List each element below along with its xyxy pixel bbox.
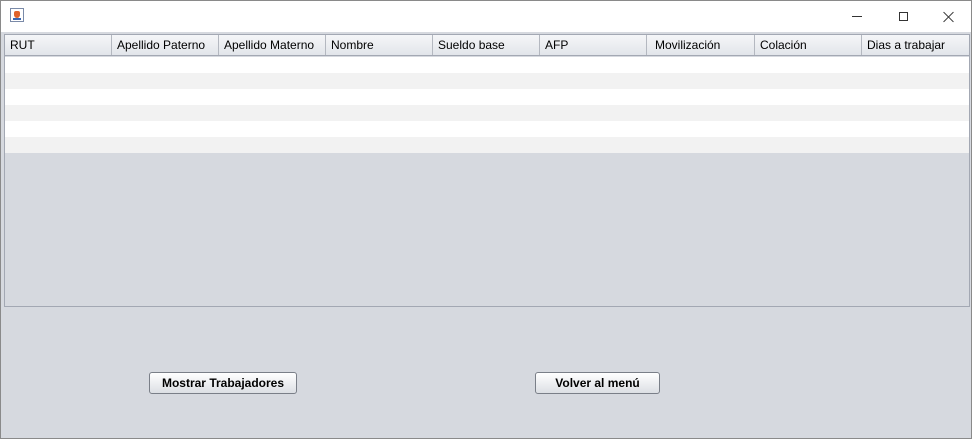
table-row[interactable] — [5, 105, 969, 121]
table-row[interactable] — [5, 137, 969, 153]
column-header-rut[interactable]: RUT — [5, 35, 112, 55]
minimize-button[interactable] — [834, 1, 880, 32]
table-header: RUT Apellido Paterno Apellido Materno No… — [5, 35, 969, 56]
column-header-nombre[interactable]: Nombre — [326, 35, 433, 55]
show-workers-button[interactable]: Mostrar Trabajadores — [149, 372, 297, 394]
table-row[interactable] — [5, 121, 969, 137]
minimize-icon — [852, 16, 862, 17]
table-row[interactable] — [5, 57, 969, 73]
table-body — [5, 57, 969, 153]
table-row[interactable] — [5, 89, 969, 105]
java-cup-icon — [10, 8, 24, 22]
column-header-dias-a-trabajar[interactable]: Dias a trabajar — [862, 35, 969, 55]
column-header-sueldo-base[interactable]: Sueldo base — [433, 35, 540, 55]
title-bar[interactable] — [1, 1, 971, 32]
maximize-button[interactable] — [880, 1, 926, 32]
column-header-movilizacion[interactable]: Movilización — [647, 35, 755, 55]
column-header-colacion[interactable]: Colación — [755, 35, 862, 55]
app-window: RUT Apellido Paterno Apellido Materno No… — [0, 0, 972, 439]
close-button[interactable] — [926, 1, 972, 32]
column-header-afp[interactable]: AFP — [540, 35, 647, 55]
back-to-menu-button[interactable]: Volver al menú — [535, 372, 660, 394]
close-icon — [943, 11, 955, 23]
workers-table-scrollpane[interactable]: RUT Apellido Paterno Apellido Materno No… — [4, 34, 970, 307]
column-header-apellido-materno[interactable]: Apellido Materno — [219, 35, 326, 55]
maximize-icon — [898, 12, 908, 21]
column-header-apellido-paterno[interactable]: Apellido Paterno — [112, 35, 219, 55]
table-row[interactable] — [5, 73, 969, 89]
